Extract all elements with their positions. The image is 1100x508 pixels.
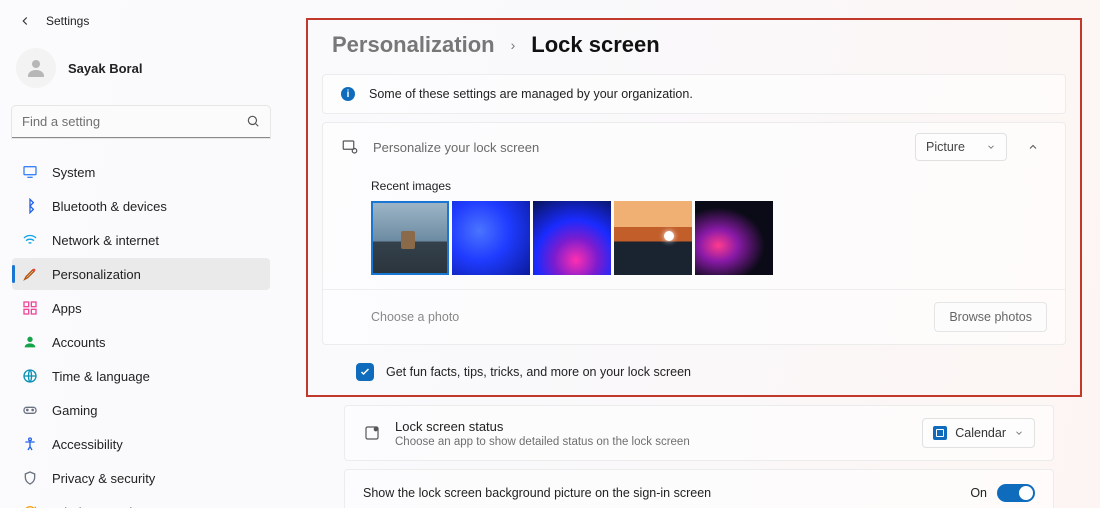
signin-picture-card: Show the lock screen background picture … [344,469,1054,508]
fun-facts-label: Get fun facts, tips, tricks, and more on… [386,365,691,379]
recent-images-label: Recent images [371,179,1047,193]
status-icon [363,424,381,442]
nav-label: Apps [52,301,82,316]
background-type-dropdown[interactable]: Picture [915,133,1007,161]
choose-photo-label: Choose a photo [371,310,934,324]
chevron-down-icon [986,142,996,152]
user-name: Sayak Boral [68,61,142,76]
sidebar-item-system[interactable]: System [12,156,270,188]
sidebar-item-apps[interactable]: Apps [12,292,270,324]
nav-label: Bluetooth & devices [52,199,167,214]
nav-label: Windows Update [52,505,150,508]
breadcrumb-parent[interactable]: Personalization [332,32,495,58]
nav-label: System [52,165,95,180]
shield-icon [22,470,38,486]
signin-picture-toggle[interactable] [997,484,1035,502]
sidebar-item-accessibility[interactable]: Accessibility [12,428,270,460]
info-icon: i [341,87,355,101]
recent-image-4[interactable] [614,201,692,275]
nav-label: Accessibility [52,437,123,452]
nav-label: Network & internet [52,233,159,248]
highlighted-region: Personalization › Lock screen i Some of … [306,18,1082,397]
nav-label: Time & language [52,369,150,384]
lock-screen-icon [341,138,359,156]
sidebar-item-privacy[interactable]: Privacy & security [12,462,270,494]
nav-label: Accounts [52,335,105,350]
collapse-button[interactable] [1019,133,1047,161]
sidebar-item-time-language[interactable]: Time & language [12,360,270,392]
apps-icon [22,300,38,316]
brush-icon [22,266,38,282]
nav-list: System Bluetooth & devices Network & int… [12,156,270,508]
signin-picture-label: Show the lock screen background picture … [363,486,711,500]
main-content: Personalization › Lock screen i Some of … [282,0,1100,508]
globe-icon [22,368,38,384]
chevron-right-icon: › [511,37,516,53]
nav-label: Gaming [52,403,98,418]
browse-photos-button[interactable]: Browse photos [934,302,1047,332]
sidebar-item-accounts[interactable]: Accounts [12,326,270,358]
app-title: Settings [46,14,89,28]
chevron-down-icon [1014,428,1024,438]
personalize-title: Personalize your lock screen [373,140,915,155]
search-input[interactable] [12,106,270,138]
sidebar-item-personalization[interactable]: Personalization [12,258,270,290]
wifi-icon [22,232,38,248]
status-subtitle: Choose an app to show detailed status on… [395,436,922,448]
sidebar: Settings Sayak Boral System Bluetooth & … [0,0,282,508]
status-title: Lock screen status [395,419,922,434]
accessibility-icon [22,436,38,452]
sidebar-item-bluetooth[interactable]: Bluetooth & devices [12,190,270,222]
recent-image-3[interactable] [533,201,611,275]
sidebar-item-gaming[interactable]: Gaming [12,394,270,426]
calendar-icon [933,426,947,440]
status-app-value: Calendar [955,426,1006,440]
update-icon [22,504,38,508]
bluetooth-icon [22,198,38,214]
status-app-dropdown[interactable]: Calendar [922,418,1035,448]
nav-label: Privacy & security [52,471,155,486]
recent-image-1[interactable] [371,201,449,275]
fun-facts-row[interactable]: Get fun facts, tips, tricks, and more on… [308,353,1080,395]
avatar [16,48,56,88]
dropdown-value: Picture [926,140,965,154]
lock-status-card: Lock screen status Choose an app to show… [344,405,1054,461]
fun-facts-checkbox[interactable] [356,363,374,381]
org-notice-text: Some of these settings are managed by yo… [369,87,693,101]
search-icon [246,114,260,133]
toggle-state-text: On [970,486,987,500]
recent-image-5[interactable] [695,201,773,275]
personalize-card: Personalize your lock screen Picture Rec… [322,122,1066,345]
page-title: Lock screen [531,32,659,58]
account-icon [22,334,38,350]
gaming-icon [22,402,38,418]
sidebar-item-network[interactable]: Network & internet [12,224,270,256]
breadcrumb: Personalization › Lock screen [308,32,1080,58]
sidebar-item-windows-update[interactable]: Windows Update [12,496,270,508]
system-icon [22,164,38,180]
recent-image-2[interactable] [452,201,530,275]
org-notice-card: i Some of these settings are managed by … [322,74,1066,114]
back-button[interactable] [18,14,32,28]
nav-label: Personalization [52,267,141,282]
recent-images-row [371,201,1047,275]
user-profile[interactable]: Sayak Boral [12,36,270,106]
